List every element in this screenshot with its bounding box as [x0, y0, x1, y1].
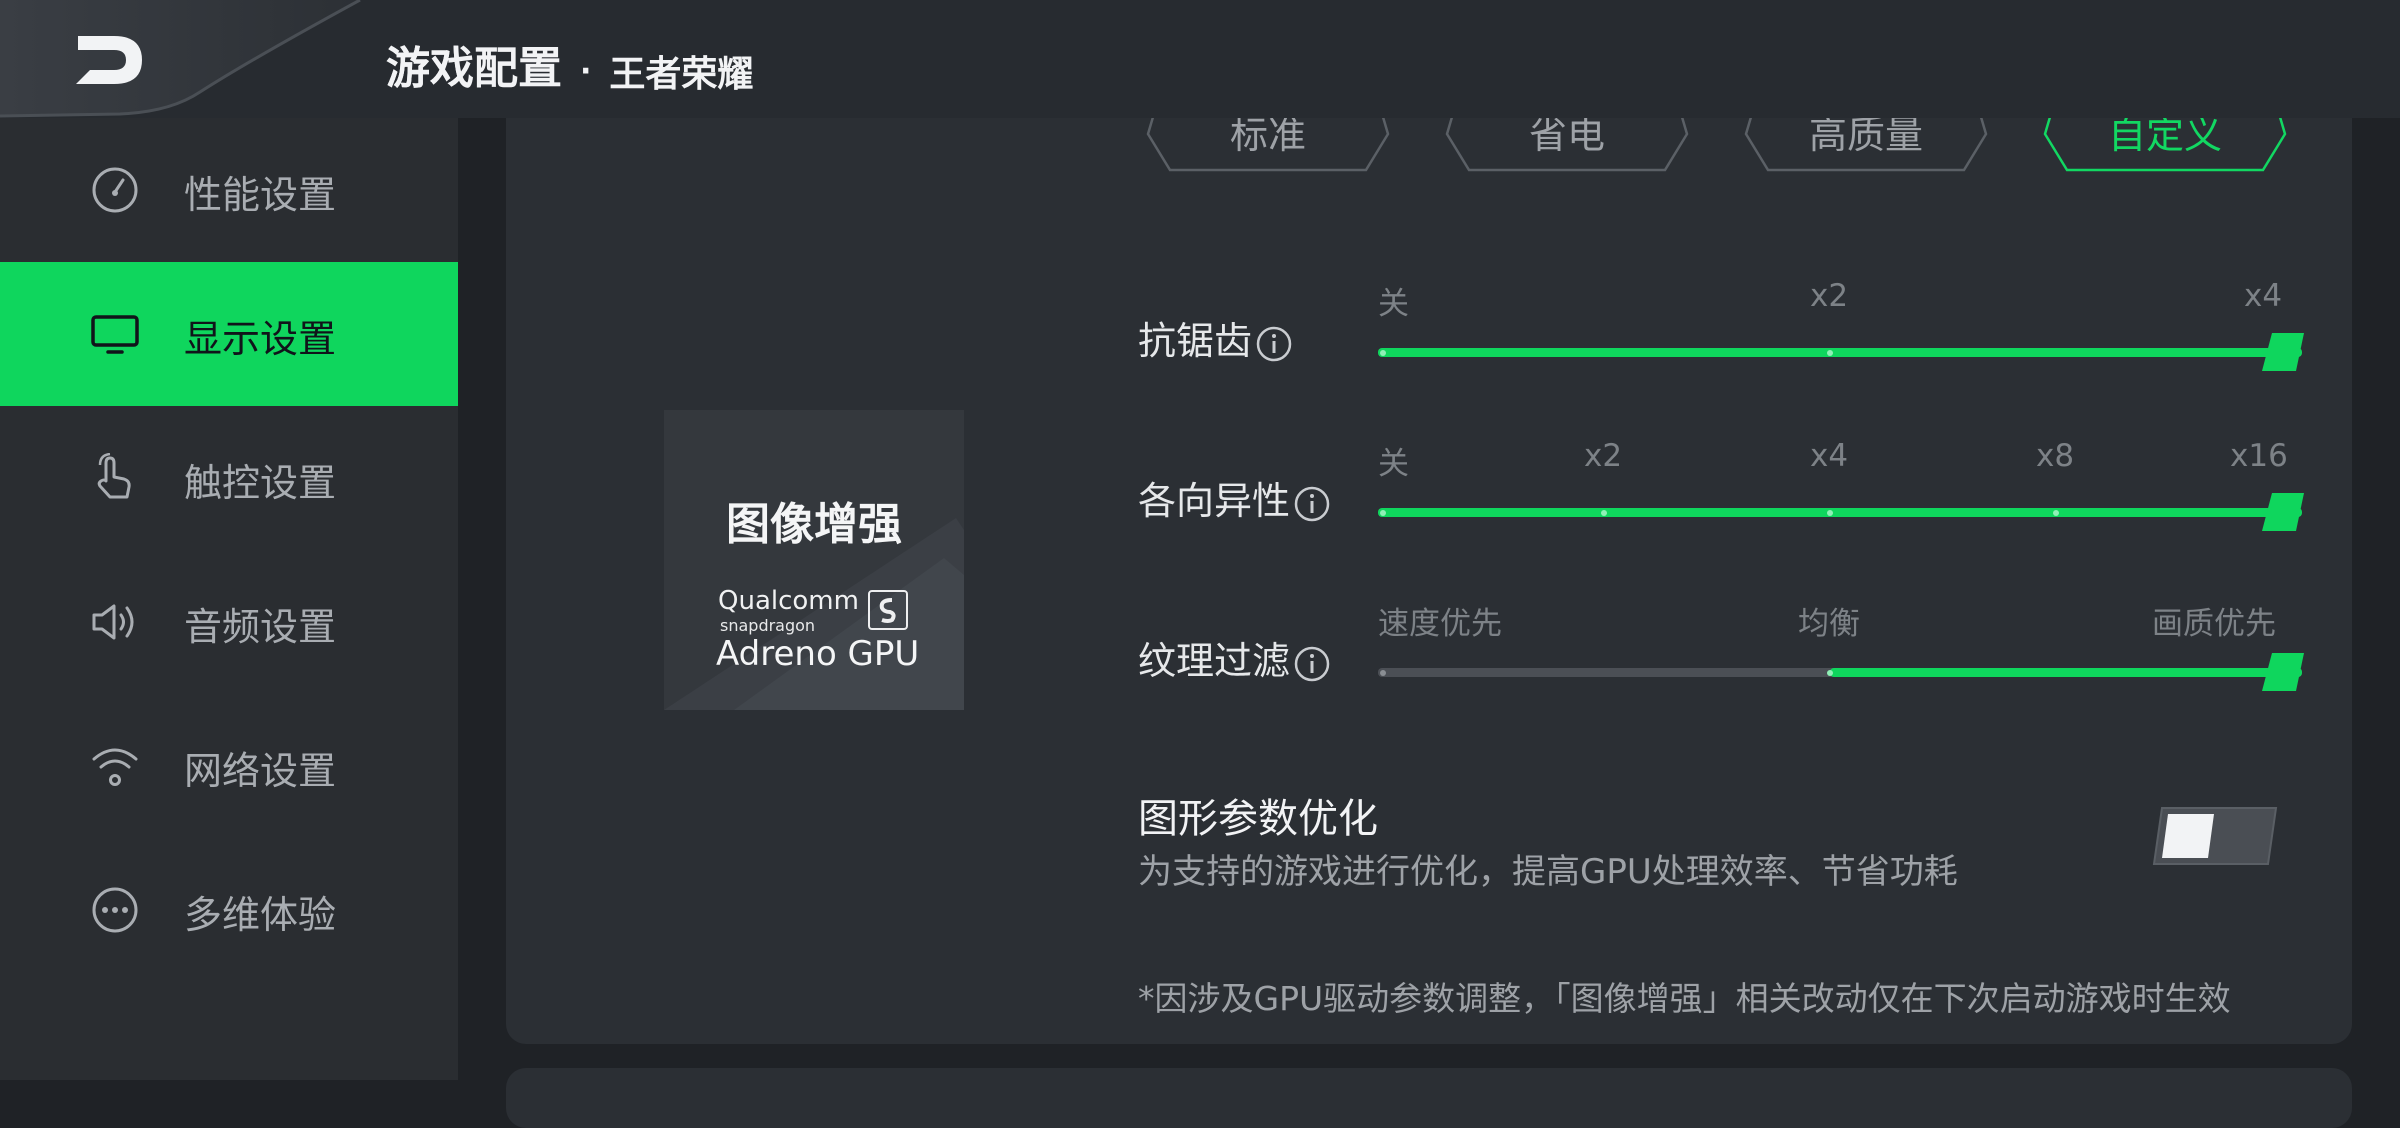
sidebar-item-label: 性能设置 [184, 173, 337, 217]
sidebar-item-label: 多维体验 [184, 893, 337, 937]
title-separator: · [580, 53, 592, 89]
tick-label: 画质优先 [2152, 606, 2276, 642]
tick-label: x4 [2244, 278, 2283, 314]
anisotropic-slider-track[interactable] [1378, 508, 2302, 517]
graphics-opt-description: 为支持的游戏进行优化，提高GPU处理效率、节省功耗 [1138, 852, 1958, 892]
tick-label: 均衡 [1798, 606, 1860, 642]
slider-stop [1380, 350, 1386, 356]
sidebar-item-network[interactable]: 网络设置 [0, 694, 458, 838]
qualcomm-logo-text: Qualcomm [718, 586, 859, 616]
next-settings-card [506, 1068, 2352, 1128]
game-name: 王者荣耀 [609, 54, 754, 95]
sidebar-item-performance[interactable]: 性能设置 [0, 118, 458, 262]
sidebar-item-audio[interactable]: 音频设置 [0, 550, 458, 694]
page-title-overlay: 游戏配置 · 王者荣耀 [386, 32, 753, 97]
sidebar-item-multi[interactable]: 多维体验 [0, 838, 458, 982]
slider-stop [1601, 510, 1607, 516]
info-icon[interactable] [1294, 646, 1330, 682]
logo-backdrop [0, 0, 361, 118]
sidebar: 性能设置 显示设置 触控设置 音频设置 网络设置 多维体验 [0, 118, 458, 1080]
graphics-opt-title: 图形参数优化 [1138, 796, 1378, 842]
texture-filter-slider-fill [1830, 668, 2302, 677]
info-icon[interactable] [1294, 486, 1330, 522]
sidebar-item-label: 音频设置 [184, 605, 337, 649]
anisotropic-slider-thumb[interactable] [2262, 493, 2304, 531]
slider-stop [2053, 510, 2059, 516]
gauge-icon [92, 167, 138, 213]
antialias-label: 抗锯齿 [1138, 319, 1253, 363]
texture-filter-slider-thumb[interactable] [2262, 653, 2304, 691]
info-icon[interactable] [1256, 326, 1292, 362]
tick-label: 关 [1378, 286, 1409, 322]
touch-hand-icon [97, 453, 131, 499]
sidebar-item-label: 网络设置 [184, 749, 337, 793]
tick-label: x16 [2230, 438, 2288, 474]
slider-stop [1380, 670, 1386, 676]
tick-label: x2 [1584, 438, 1623, 474]
sidebar-item-label: 显示设置 [184, 317, 337, 361]
image-enhance-panel[interactable]: 图像增强 Qualcomm snapdragon Adreno GPU [664, 410, 964, 710]
monitor-icon [91, 315, 139, 354]
slider-stop [1827, 350, 1833, 356]
sidebar-item-label: 触控设置 [184, 461, 337, 505]
tick-label: x8 [2036, 438, 2075, 474]
antialias-slider-thumb[interactable] [2262, 333, 2304, 371]
tick-label: 关 [1378, 446, 1409, 482]
anisotropic-label-row: 各向异性 [1138, 470, 1330, 525]
tick-label: x2 [1810, 278, 1849, 314]
snapdragon-text: snapdragon [720, 616, 816, 635]
enhance-title: 图像增强 [726, 499, 902, 550]
anisotropic-label: 各向异性 [1138, 479, 1291, 523]
sidebar-item-display[interactable]: 显示设置 [0, 262, 458, 406]
speaker-icon [92, 604, 134, 640]
snapdragon-logo-icon [868, 590, 908, 630]
slider-stop [1380, 510, 1386, 516]
texture-filter-label-row: 纹理过滤 [1138, 630, 1330, 685]
more-dots-icon [92, 887, 138, 933]
logo-d-icon [76, 36, 142, 84]
restart-footnote: *因涉及GPU驱动参数调整，「图像增强」相关改动仅在下次启动游戏时生效 [1138, 979, 2231, 1018]
adreno-gpu-text: Adreno GPU [716, 634, 920, 674]
tick-label: 速度优先 [1378, 606, 1502, 642]
texture-filter-label: 纹理过滤 [1138, 639, 1291, 683]
graphics-opt-toggle[interactable] [2152, 806, 2278, 866]
slider-stop [1827, 670, 1833, 676]
slider-stop [1827, 510, 1833, 516]
brand-logo[interactable] [0, 0, 380, 118]
wifi-icon [92, 748, 138, 786]
tick-label: x4 [1810, 438, 1849, 474]
antialias-slider-track[interactable] [1378, 348, 2302, 357]
antialias-label-row: 抗锯齿 [1138, 310, 1292, 365]
title-text: 游戏配置 [386, 43, 562, 94]
sidebar-item-touch[interactable]: 触控设置 [0, 406, 458, 550]
